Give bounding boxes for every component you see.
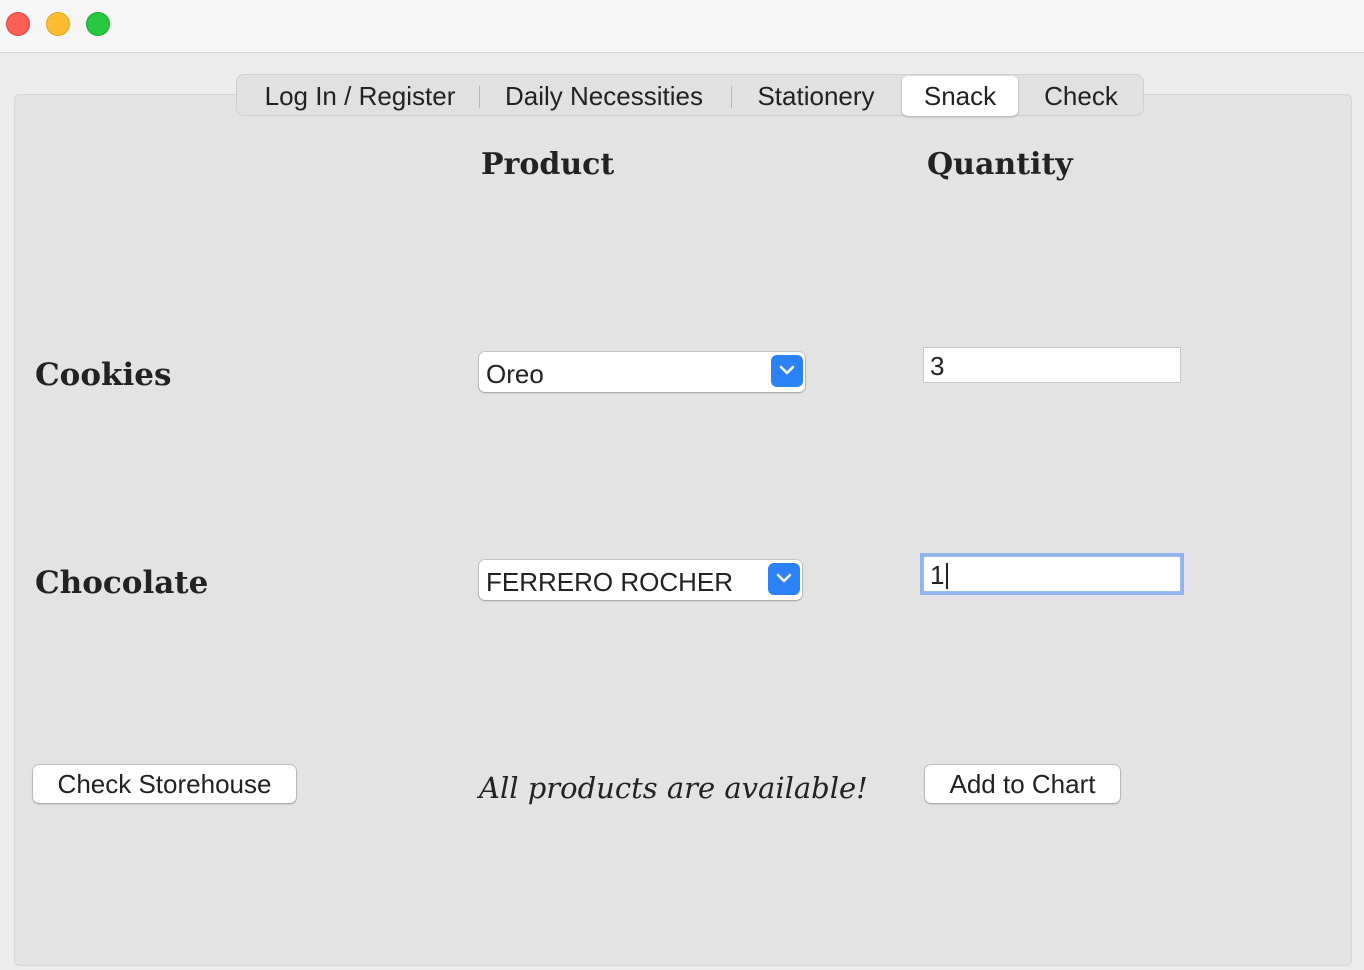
check-storehouse-button[interactable]: Check Storehouse [33,765,296,803]
cookies-label: Cookies [35,357,172,393]
availability-status: All products are available! [479,771,868,805]
tab-daily-necessities[interactable]: Daily Necessities [489,77,719,115]
tab-divider [479,86,480,108]
tab-divider [731,86,732,108]
chocolate-quantity-input[interactable] [924,557,1180,591]
chevron-down-icon[interactable] [768,563,800,595]
maximize-window-button[interactable] [86,12,110,36]
text-caret [946,563,948,589]
cookies-quantity-field[interactable] [923,347,1181,383]
minimize-window-button[interactable] [46,12,70,36]
cookies-product-select[interactable]: Oreo [479,352,805,392]
chocolate-quantity-field[interactable] [923,556,1181,592]
tab-check[interactable]: Check [1023,77,1139,115]
tab-stationery[interactable]: Stationery [741,77,891,115]
tab-bar: Log In / Register Daily Necessities Stat… [236,74,1144,116]
add-to-chart-button[interactable]: Add to Chart [925,765,1120,803]
close-window-button[interactable] [6,12,30,36]
chocolate-product-select[interactable]: FERRERO ROCHER [479,560,802,600]
quantity-column-header: Quantity [927,147,1073,182]
tab-log-in-register[interactable]: Log In / Register [243,77,477,115]
chocolate-product-value: FERRERO ROCHER [486,567,734,597]
tab-pane: Product Quantity Cookies Oreo Chocolate … [14,94,1352,966]
tab-snack[interactable]: Snack [902,76,1018,116]
chocolate-label: Chocolate [35,565,209,601]
app-window: Product Quantity Cookies Oreo Chocolate … [0,0,1364,970]
cookies-quantity-input[interactable] [924,348,1180,382]
cookies-product-value: Oreo [486,359,544,389]
chevron-down-icon[interactable] [771,355,803,387]
title-bar [0,0,1364,53]
product-column-header: Product [481,147,615,182]
window-content: Product Quantity Cookies Oreo Chocolate … [0,53,1364,970]
